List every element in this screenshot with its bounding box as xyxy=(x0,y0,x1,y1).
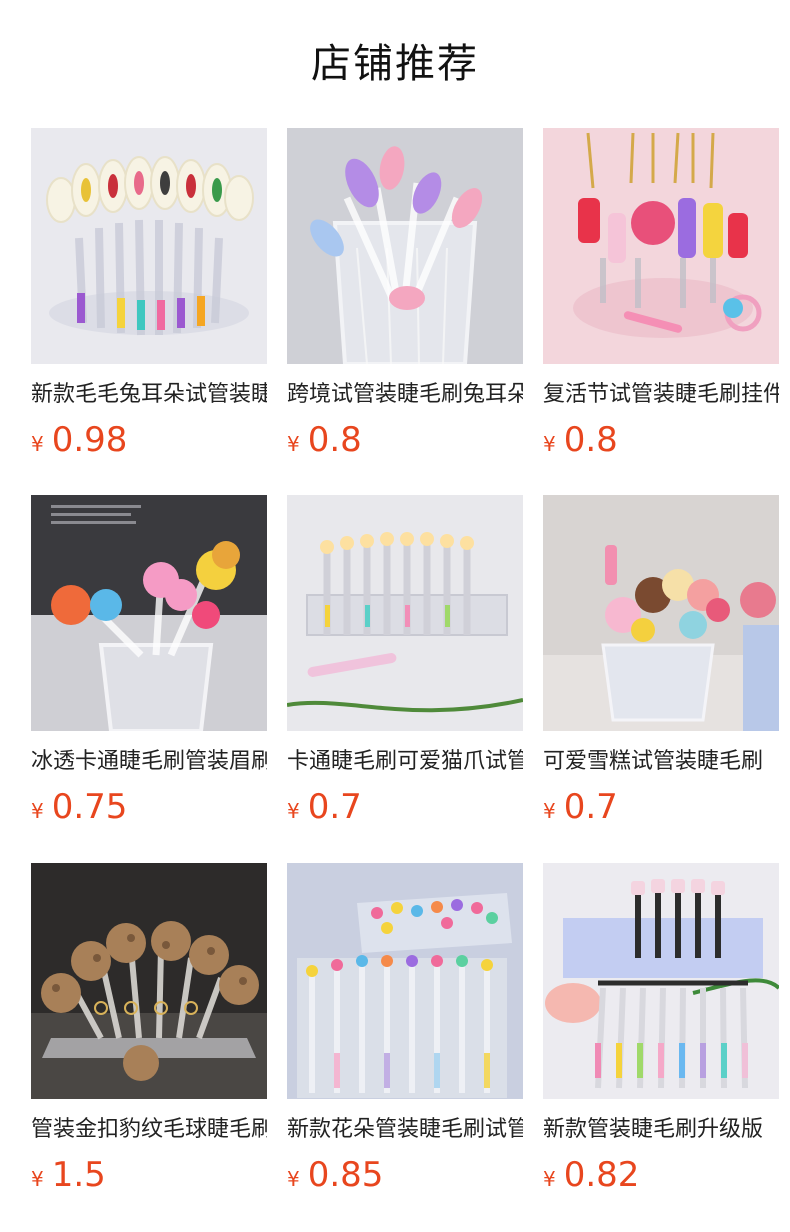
currency-symbol: ¥ xyxy=(287,799,300,823)
price-amount: 0.98 xyxy=(51,420,128,460)
product-name[interactable]: 新款管装睫毛刷升级版 xyxy=(543,1113,779,1147)
price-amount: 0.8 xyxy=(563,420,618,460)
product-card-4[interactable]: 冰透卡通睫毛刷管装眉刷 ¥0.75 xyxy=(31,495,267,827)
currency-symbol: ¥ xyxy=(31,1167,44,1191)
product-name[interactable]: 复活节试管装睫毛刷挂件 xyxy=(543,378,779,412)
product-card-2[interactable]: 跨境试管装睫毛刷兔耳朵 ¥0.8 xyxy=(287,128,523,460)
product-image-7[interactable] xyxy=(31,863,267,1099)
product-price: ¥0.85 xyxy=(287,1155,523,1195)
product-card-7[interactable]: 管装金扣豹纹毛球睫毛刷 ¥1.5 xyxy=(31,863,267,1195)
product-name[interactable]: 跨境试管装睫毛刷兔耳朵 xyxy=(287,378,523,412)
product-image-9[interactable] xyxy=(543,863,779,1099)
price-amount: 0.8 xyxy=(307,420,362,460)
product-name[interactable]: 管装金扣豹纹毛球睫毛刷 xyxy=(31,1113,267,1147)
product-card-1[interactable]: 新款毛毛兔耳朵试管装睫毛刷 ¥0.98 xyxy=(31,128,267,460)
currency-symbol: ¥ xyxy=(287,1167,300,1191)
product-card-3[interactable]: 复活节试管装睫毛刷挂件 ¥0.8 xyxy=(543,128,779,460)
store-recommendations-page: 店铺推荐 新款毛毛兔耳朵试管装睫 ¥ 0.98 跨境试管装睫毛刷兔耳朵 ¥ 0.… xyxy=(0,0,790,1232)
product-card-8[interactable]: 新款花朵管装睫毛刷试管 ¥0.85 xyxy=(287,863,523,1195)
product-image-1[interactable] xyxy=(31,128,267,364)
product-card-5[interactable]: 卡通睫毛刷可爱猫爪试管 ¥0.7 xyxy=(287,495,523,827)
currency-symbol: ¥ xyxy=(543,432,556,456)
product-name[interactable]: 冰透卡通睫毛刷管装眉刷 xyxy=(31,745,267,779)
product-image-5[interactable] xyxy=(287,495,523,731)
product-card-9[interactable]: 新款管装睫毛刷升级版 ¥0.82 xyxy=(543,863,779,1195)
product-price: ¥0.7 xyxy=(287,787,523,827)
currency-symbol: ¥ xyxy=(543,799,556,823)
product-name[interactable]: 可爱雪糕试管装睫毛刷 xyxy=(543,745,779,779)
product-price: ¥0.82 xyxy=(543,1155,779,1195)
product-image-2[interactable] xyxy=(287,128,523,364)
price-amount: 0.7 xyxy=(563,787,618,827)
product-image-3[interactable] xyxy=(543,128,779,364)
product-price: ¥0.8 xyxy=(543,420,779,460)
price-amount: 0.82 xyxy=(563,1155,640,1195)
product-image-8[interactable] xyxy=(287,863,523,1099)
product-name[interactable]: 新款毛毛兔耳朵试管装睫毛刷 xyxy=(31,378,267,412)
product-image-6[interactable] xyxy=(543,495,779,731)
currency-symbol: ¥ xyxy=(31,799,44,823)
product-card-6[interactable]: 可爱雪糕试管装睫毛刷 ¥0.7 xyxy=(543,495,779,827)
currency-symbol: ¥ xyxy=(31,432,44,456)
product-grid: 新款毛毛兔耳朵试管装睫毛刷 ¥0.98 xyxy=(0,0,790,1232)
product-price: ¥0.8 xyxy=(287,420,523,460)
product-price: ¥0.98 xyxy=(31,420,267,460)
product-price: ¥0.7 xyxy=(543,787,779,827)
product-price: ¥0.75 xyxy=(31,787,267,827)
price-amount: 0.7 xyxy=(307,787,362,827)
product-price: ¥1.5 xyxy=(31,1155,267,1195)
price-amount: 0.75 xyxy=(51,787,128,827)
product-name[interactable]: 新款花朵管装睫毛刷试管 xyxy=(287,1113,523,1147)
product-name[interactable]: 卡通睫毛刷可爱猫爪试管 xyxy=(287,745,523,779)
currency-symbol: ¥ xyxy=(287,432,300,456)
price-amount: 0.85 xyxy=(307,1155,384,1195)
currency-symbol: ¥ xyxy=(543,1167,556,1191)
price-amount: 1.5 xyxy=(51,1155,106,1195)
product-image-4[interactable] xyxy=(31,495,267,731)
